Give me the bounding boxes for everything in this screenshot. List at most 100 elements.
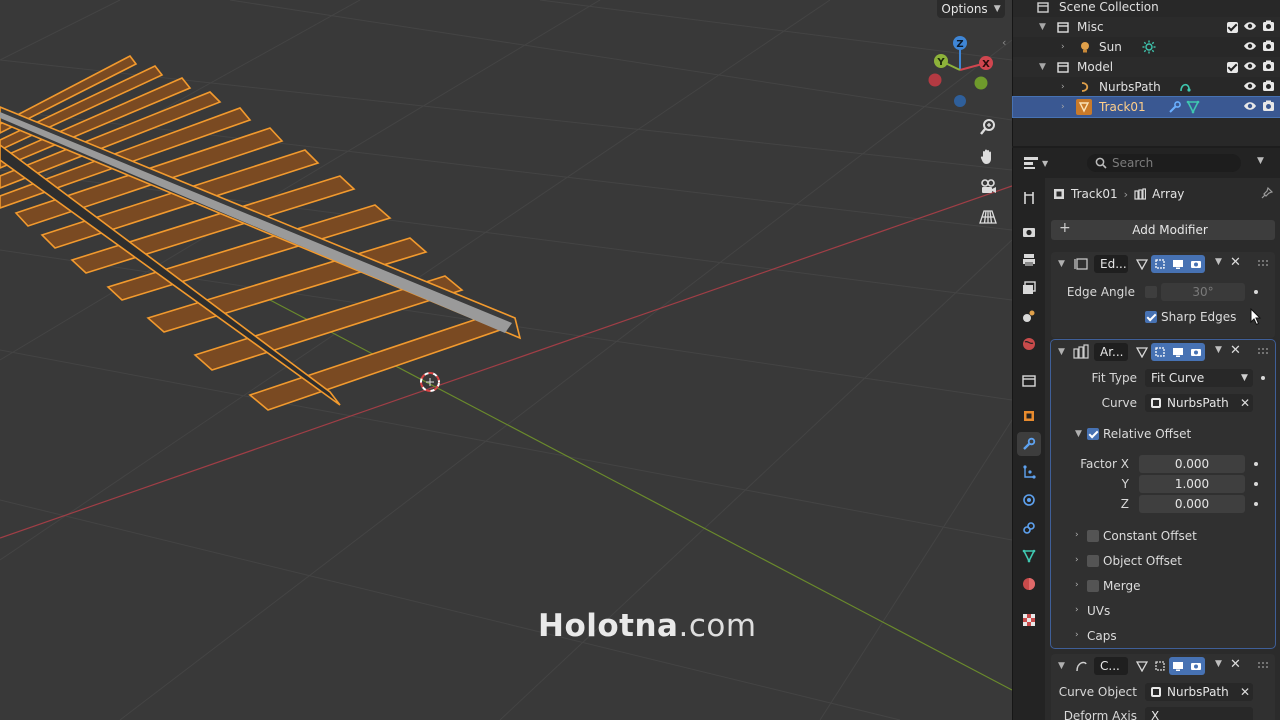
fit-type-dropdown[interactable]: Fit Curve [1145, 369, 1253, 387]
tab-world[interactable] [1017, 332, 1041, 356]
edge-angle-field[interactable]: 30° [1161, 283, 1245, 301]
expand-arrow-icon[interactable]: › [1075, 605, 1079, 615]
factor-z-field[interactable]: 0.000 [1139, 495, 1245, 513]
clear-field-icon[interactable]: ✕ [1240, 396, 1250, 410]
tab-data[interactable] [1017, 544, 1041, 568]
tab-modifiers[interactable] [1017, 432, 1041, 456]
eye-icon[interactable] [1243, 60, 1257, 75]
viewport-display-icon[interactable] [1169, 255, 1187, 273]
relative-offset-checkbox[interactable] [1087, 428, 1099, 440]
properties-search-input[interactable]: Search [1087, 154, 1241, 172]
render-camera-icon[interactable] [1187, 343, 1205, 361]
options-dropdown-icon[interactable]: ▼ [1257, 156, 1264, 166]
panel-header[interactable]: ▼ C... ▼ ✕ [1051, 654, 1275, 678]
zoom-icon[interactable] [974, 114, 1002, 140]
camera-view-icon[interactable] [974, 174, 1002, 200]
panel-header[interactable]: ▼ Ed... ▼ ✕ [1051, 252, 1275, 276]
panel-header[interactable]: ▼ Ar... ▼ ✕ [1051, 340, 1275, 364]
merge-checkbox[interactable] [1087, 580, 1099, 592]
tab-particles[interactable] [1017, 460, 1041, 484]
factor-x-field[interactable]: 0.000 [1139, 455, 1245, 473]
modifier-name-field[interactable]: Ed... [1094, 255, 1128, 273]
edit-mode-icon[interactable] [1151, 657, 1169, 675]
viewport-options-button[interactable]: Options ▼ [937, 0, 1005, 18]
expand-arrow-icon[interactable]: ▼ [1039, 22, 1046, 32]
on-cage-icon[interactable] [1133, 657, 1151, 675]
factor-y-field[interactable]: 1.000 [1139, 475, 1245, 493]
keyframe-dot[interactable] [1254, 482, 1258, 486]
clear-field-icon[interactable]: ✕ [1240, 685, 1250, 699]
curve-object-field[interactable]: NurbsPath [1145, 683, 1253, 701]
navigation-gizmo[interactable]: Z X Y [922, 30, 998, 110]
collapse-arrow-icon[interactable]: ▼ [1058, 259, 1065, 269]
keyframe-dot[interactable] [1261, 376, 1265, 380]
constant-offset-checkbox[interactable] [1087, 530, 1099, 542]
eye-icon[interactable] [1243, 80, 1257, 95]
edge-angle-checkbox[interactable] [1145, 286, 1157, 298]
collapse-arrow-icon[interactable]: ▼ [1075, 429, 1082, 439]
pan-hand-icon[interactable] [974, 144, 1002, 170]
tab-object[interactable] [1017, 404, 1041, 428]
caps-row[interactable]: › Caps [1051, 626, 1275, 646]
exclude-checkbox[interactable] [1227, 21, 1238, 33]
expand-arrow-icon[interactable]: › [1075, 630, 1079, 640]
tab-material[interactable] [1017, 572, 1041, 596]
on-cage-icon[interactable] [1133, 343, 1151, 361]
editor-type-button[interactable]: ▼ [1023, 154, 1057, 172]
outliner-row-scene-collection[interactable]: Scene Collection [1013, 0, 1280, 17]
mesh-data-icon[interactable] [1185, 99, 1201, 115]
render-camera-icon[interactable] [1187, 657, 1205, 675]
edit-mode-icon[interactable] [1151, 255, 1169, 273]
chevron-down-icon[interactable]: ▼ [1215, 257, 1222, 267]
wrench-icon[interactable] [1167, 99, 1183, 115]
outliner-row-misc[interactable]: ▼ Misc [1013, 17, 1280, 37]
3d-viewport[interactable]: Options ▼ ‹ Z X Y Holotna.com [0, 0, 1012, 720]
tab-output[interactable] [1017, 248, 1041, 272]
tab-scene[interactable] [1017, 304, 1041, 328]
relative-offset-row[interactable]: ▼ Relative Offset [1051, 424, 1275, 444]
outliner[interactable]: Scene Collection ▼ Misc › Sun ▼ Model › … [1012, 0, 1280, 146]
sidebar-toggle-icon[interactable]: ‹ [1002, 36, 1006, 49]
outliner-row-nurbspath[interactable]: › NurbsPath [1013, 77, 1280, 97]
tab-physics[interactable] [1017, 488, 1041, 512]
drag-handle-icon[interactable] [1257, 346, 1269, 356]
sharp-edges-checkbox[interactable] [1145, 311, 1157, 323]
deform-axis-field[interactable]: X [1145, 707, 1253, 720]
viewport-display-icon[interactable] [1169, 657, 1187, 675]
expand-arrow-icon[interactable]: › [1061, 82, 1065, 92]
tab-view-layer[interactable] [1017, 276, 1041, 300]
properties-editor[interactable]: ▼ Search ▼ Track01 › Array + Add Modifie… [1012, 148, 1280, 720]
expand-arrow-icon[interactable]: › [1075, 555, 1079, 565]
object-offset-checkbox[interactable] [1087, 555, 1099, 567]
expand-arrow-icon[interactable]: › [1075, 530, 1079, 540]
viewport-scene[interactable] [0, 0, 1012, 720]
outliner-row-sun[interactable]: › Sun [1013, 37, 1280, 57]
collapse-arrow-icon[interactable]: ▼ [1058, 347, 1065, 357]
expand-arrow-icon[interactable]: › [1061, 42, 1065, 52]
object-offset-row[interactable]: › Object Offset [1051, 551, 1275, 571]
camera-render-icon[interactable] [1262, 20, 1275, 35]
camera-render-icon[interactable] [1262, 80, 1275, 95]
on-cage-icon[interactable] [1133, 255, 1151, 273]
outliner-row-model[interactable]: ▼ Model [1013, 57, 1280, 77]
perspective-grid-icon[interactable] [974, 204, 1002, 230]
tab-texture[interactable] [1017, 608, 1041, 632]
eye-icon[interactable] [1243, 40, 1257, 55]
modifier-name-field[interactable]: Ar... [1094, 343, 1128, 361]
chevron-down-icon[interactable]: ▼ [1215, 345, 1222, 355]
keyframe-dot[interactable] [1254, 502, 1258, 506]
tab-collection[interactable] [1017, 368, 1041, 392]
add-modifier-button[interactable]: + Add Modifier [1051, 220, 1275, 240]
close-icon[interactable]: ✕ [1230, 343, 1241, 358]
modifier-name-field[interactable]: C... [1094, 657, 1128, 675]
edit-mode-icon[interactable] [1151, 343, 1169, 361]
tab-render[interactable] [1017, 220, 1041, 244]
eye-icon[interactable] [1243, 20, 1257, 35]
merge-row[interactable]: › Merge [1051, 576, 1275, 596]
uvs-row[interactable]: › UVs [1051, 601, 1275, 621]
expand-arrow-icon[interactable]: › [1061, 102, 1065, 112]
constant-offset-row[interactable]: › Constant Offset [1051, 526, 1275, 546]
keyframe-dot[interactable] [1254, 290, 1258, 294]
curve-data-icon[interactable] [1177, 79, 1193, 95]
pin-icon[interactable] [1261, 187, 1273, 199]
